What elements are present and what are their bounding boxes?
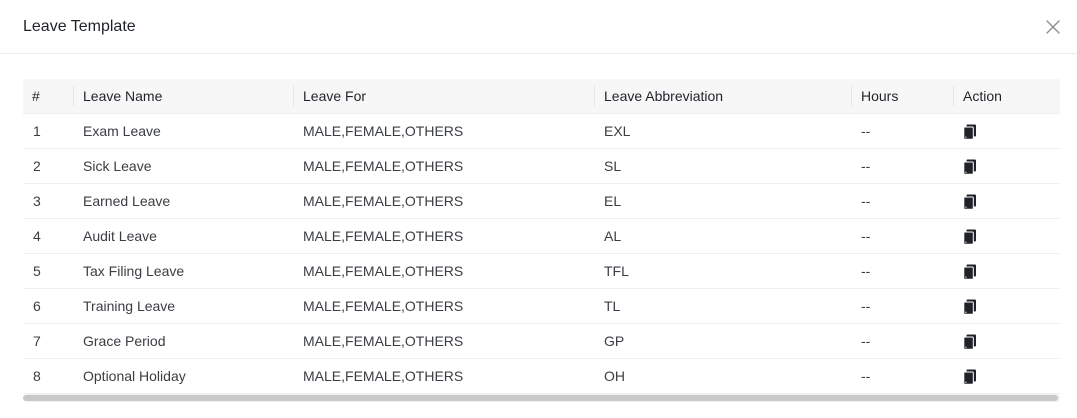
cell-leave-name: Tax Filing Leave: [73, 253, 293, 289]
cell-leave-name: Grace Period: [73, 323, 293, 359]
table-row: 3 Earned Leave MALE,FEMALE,OTHERS EL --: [23, 183, 1060, 219]
cell-action: [953, 183, 1060, 219]
cell-leave-abbreviation: TFL: [594, 253, 851, 289]
cell-leave-for: MALE,FEMALE,OTHERS: [293, 253, 594, 289]
table-body: 1 Exam Leave MALE,FEMALE,OTHERS EXL -- 2…: [23, 113, 1060, 394]
cell-leave-abbreviation: EL: [594, 183, 851, 219]
table-row: 7 Grace Period MALE,FEMALE,OTHERS GP --: [23, 323, 1060, 359]
leave-template-modal: Leave Template # Leave Name Leave For Le…: [0, 0, 1077, 418]
column-header-leave-name: Leave Name: [73, 79, 293, 114]
cell-leave-abbreviation: OH: [594, 358, 851, 394]
close-icon: [1046, 20, 1060, 34]
table-header-row: # Leave Name Leave For Leave Abbreviatio…: [23, 79, 1060, 114]
cell-action: [953, 253, 1060, 289]
table-row: 5 Tax Filing Leave MALE,FEMALE,OTHERS TF…: [23, 253, 1060, 289]
cell-leave-name: Optional Holiday: [73, 358, 293, 394]
scrollbar-thumb[interactable]: [23, 395, 1058, 401]
modal-header: Leave Template: [0, 0, 1077, 54]
cell-leave-for: MALE,FEMALE,OTHERS: [293, 148, 594, 184]
cell-hours: --: [851, 148, 953, 184]
cell-hours: --: [851, 288, 953, 324]
cell-leave-for: MALE,FEMALE,OTHERS: [293, 288, 594, 324]
cell-index: 5: [23, 253, 73, 289]
cell-leave-for: MALE,FEMALE,OTHERS: [293, 218, 594, 254]
cell-leave-name: Audit Leave: [73, 218, 293, 254]
cell-action: [953, 323, 1060, 359]
leave-table: # Leave Name Leave For Leave Abbreviatio…: [23, 79, 1060, 394]
cell-index: 1: [23, 113, 73, 149]
copy-icon[interactable]: [963, 124, 977, 140]
copy-icon[interactable]: [963, 159, 977, 175]
cell-leave-abbreviation: EXL: [594, 113, 851, 149]
cell-leave-abbreviation: SL: [594, 148, 851, 184]
cell-leave-for: MALE,FEMALE,OTHERS: [293, 323, 594, 359]
copy-icon[interactable]: [963, 229, 977, 245]
table-row: 4 Audit Leave MALE,FEMALE,OTHERS AL --: [23, 218, 1060, 254]
cell-leave-abbreviation: TL: [594, 288, 851, 324]
cell-action: [953, 148, 1060, 184]
column-header-hours: Hours: [851, 79, 953, 114]
cell-action: [953, 113, 1060, 149]
cell-leave-name: Training Leave: [73, 288, 293, 324]
cell-hours: --: [851, 358, 953, 394]
cell-hours: --: [851, 183, 953, 219]
copy-icon[interactable]: [963, 369, 977, 385]
table-row: 2 Sick Leave MALE,FEMALE,OTHERS SL --: [23, 148, 1060, 184]
cell-index: 7: [23, 323, 73, 359]
cell-hours: --: [851, 113, 953, 149]
horizontal-scrollbar[interactable]: [23, 394, 1060, 402]
cell-leave-for: MALE,FEMALE,OTHERS: [293, 183, 594, 219]
column-header-leave-abbreviation: Leave Abbreviation: [594, 79, 851, 114]
table-row: 8 Optional Holiday MALE,FEMALE,OTHERS OH…: [23, 358, 1060, 394]
cell-leave-abbreviation: GP: [594, 323, 851, 359]
table-row: 1 Exam Leave MALE,FEMALE,OTHERS EXL --: [23, 113, 1060, 149]
cell-action: [953, 358, 1060, 394]
copy-icon[interactable]: [963, 299, 977, 315]
cell-index: 4: [23, 218, 73, 254]
modal-title: Leave Template: [23, 18, 136, 35]
cell-index: 6: [23, 288, 73, 324]
cell-leave-abbreviation: AL: [594, 218, 851, 254]
cell-leave-name: Earned Leave: [73, 183, 293, 219]
cell-hours: --: [851, 253, 953, 289]
cell-hours: --: [851, 218, 953, 254]
leave-table-wrapper: # Leave Name Leave For Leave Abbreviatio…: [23, 79, 1060, 394]
cell-index: 2: [23, 148, 73, 184]
table-row: 6 Training Leave MALE,FEMALE,OTHERS TL -…: [23, 288, 1060, 324]
column-header-index: #: [23, 79, 73, 114]
column-header-leave-for: Leave For: [293, 79, 594, 114]
column-header-action: Action: [953, 79, 1060, 114]
cell-leave-for: MALE,FEMALE,OTHERS: [293, 113, 594, 149]
cell-leave-for: MALE,FEMALE,OTHERS: [293, 358, 594, 394]
copy-icon[interactable]: [963, 194, 977, 210]
cell-index: 8: [23, 358, 73, 394]
cell-action: [953, 288, 1060, 324]
cell-leave-name: Sick Leave: [73, 148, 293, 184]
cell-action: [953, 218, 1060, 254]
close-button[interactable]: [1041, 15, 1065, 39]
cell-leave-name: Exam Leave: [73, 113, 293, 149]
cell-index: 3: [23, 183, 73, 219]
cell-hours: --: [851, 323, 953, 359]
copy-icon[interactable]: [963, 264, 977, 280]
copy-icon[interactable]: [963, 334, 977, 350]
